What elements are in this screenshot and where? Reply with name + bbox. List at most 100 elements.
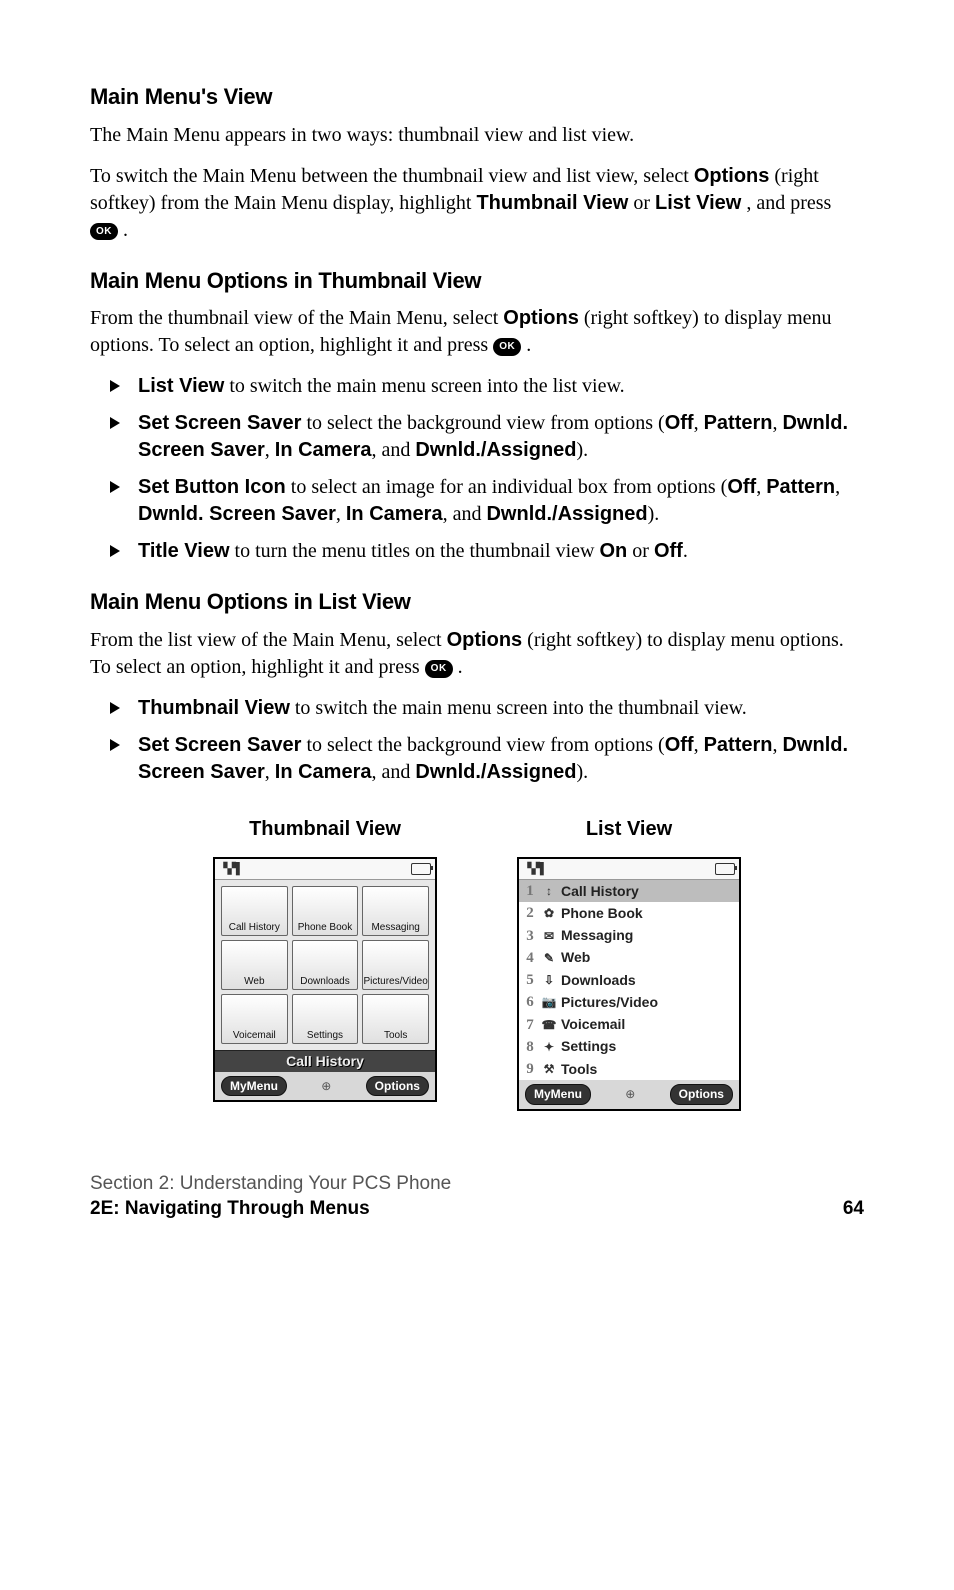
text: to select the background view from optio…: [301, 412, 664, 434]
phone-screen-thumbnail: ▝▞▌ Call History Phone Book Messaging Web Do…: [213, 857, 437, 1102]
text: ,: [265, 439, 275, 461]
signal-icon: ▝▞▌: [523, 862, 548, 877]
kw-dwnld-screen-saver: Dwnld. Screen Saver: [138, 503, 336, 525]
thumbnail-tile-label: Settings: [293, 1029, 358, 1043]
figure-title: List View: [517, 816, 741, 843]
list-item: Set Screen Saver to select the backgroun…: [90, 410, 864, 464]
kw-off: Off: [654, 540, 683, 562]
menu-list-row[interactable]: 5⇩Downloads: [519, 969, 739, 991]
row-label: Tools: [561, 1060, 597, 1079]
kw-in-camera: In Camera: [275, 439, 372, 461]
row-number: 8: [523, 1037, 537, 1057]
phone-screen-list: ▝▞▌ 1↕Call History2✿Phone Book3✉Messagin…: [517, 857, 741, 1110]
kw-off: Off: [665, 412, 694, 434]
kw-in-camera: In Camera: [346, 503, 443, 525]
thumbnail-tile[interactable]: Downloads: [292, 940, 359, 990]
thumbnail-tile[interactable]: Messaging: [362, 886, 429, 936]
thumbnail-tile[interactable]: Phone Book: [292, 886, 359, 936]
ok-button-icon: OK: [493, 338, 521, 356]
status-bar: ▝▞▌: [519, 859, 739, 880]
menu-list-row[interactable]: 4✎Web: [519, 947, 739, 969]
row-label: Pictures/Video: [561, 993, 658, 1012]
text: ,: [694, 412, 704, 434]
kw-set-screen-saver: Set Screen Saver: [138, 734, 301, 756]
thumbnail-tile[interactable]: Tools: [362, 994, 429, 1044]
figure-title: Thumbnail View: [213, 816, 437, 843]
row-icon: ☎: [541, 1017, 557, 1033]
text: to turn the menu titles on the thumbnail…: [230, 540, 600, 562]
text: To switch the Main Menu between the thum…: [90, 165, 694, 187]
menu-list-row[interactable]: 7☎Voicemail: [519, 1014, 739, 1036]
page-number: 64: [843, 1196, 864, 1222]
text: ,: [772, 734, 782, 756]
row-number: 9: [523, 1059, 537, 1079]
row-icon: 📷: [541, 994, 557, 1010]
text: , and press: [746, 192, 831, 214]
menu-list-row[interactable]: 1↕Call History: [519, 880, 739, 902]
list-item: Set Screen Saver to select the backgroun…: [90, 732, 864, 786]
menu-list-row[interactable]: 2✿Phone Book: [519, 902, 739, 924]
list-options-list: Thumbnail View to switch the main menu s…: [90, 695, 864, 786]
thumbnail-tile-label: Phone Book: [293, 921, 358, 935]
text: ,: [772, 412, 782, 434]
softkey-options[interactable]: Options: [366, 1076, 429, 1096]
footer-section: Section 2: Understanding Your PCS Phone: [90, 1171, 451, 1197]
menu-list-row[interactable]: 6📷Pictures/Video: [519, 991, 739, 1013]
row-label: Settings: [561, 1037, 616, 1056]
softkey-mymenu[interactable]: MyMenu: [221, 1076, 287, 1096]
row-number: 4: [523, 948, 537, 968]
text: ,: [756, 476, 766, 498]
kw-in-camera: In Camera: [275, 761, 372, 783]
menu-list-row[interactable]: 3✉Messaging: [519, 925, 739, 947]
kw-thumbnail-view: Thumbnail View: [138, 697, 290, 719]
row-number: 6: [523, 992, 537, 1012]
thumbnail-tile-label: Call History: [222, 921, 287, 935]
thumbnail-tile-label: Downloads: [293, 975, 358, 989]
row-label: Web: [561, 948, 590, 967]
text: , and: [443, 503, 487, 525]
text: .: [458, 656, 463, 678]
menu-list-row[interactable]: 9⚒Tools: [519, 1058, 739, 1080]
thumbnail-tile[interactable]: Call History: [221, 886, 288, 936]
kw-title-view: Title View: [138, 540, 230, 562]
softkey-options[interactable]: Options: [670, 1084, 733, 1104]
heading-thumb-options: Main Menu Options in Thumbnail View: [90, 266, 864, 296]
row-number: 7: [523, 1015, 537, 1035]
softkey-mymenu[interactable]: MyMenu: [525, 1084, 591, 1104]
para-thumb-intro: From the thumbnail view of the Main Menu…: [90, 305, 864, 359]
row-icon: ✦: [541, 1039, 557, 1055]
text: ,: [694, 734, 704, 756]
thumbnail-tile[interactable]: Settings: [292, 994, 359, 1044]
ok-button-icon: OK: [425, 660, 453, 678]
row-label: Downloads: [561, 971, 636, 990]
thumbnail-tile[interactable]: Voicemail: [221, 994, 288, 1044]
kw-on: On: [599, 540, 627, 562]
menu-list-row[interactable]: 8✦Settings: [519, 1036, 739, 1058]
text: ,: [835, 476, 840, 498]
para-intro: The Main Menu appears in two ways: thumb…: [90, 122, 864, 149]
dpad-icon: ⊕: [321, 1078, 331, 1094]
text: to select the background view from optio…: [301, 734, 664, 756]
list-item: Title View to turn the menu titles on th…: [90, 538, 864, 565]
thumbnail-tile-label: Web: [222, 975, 287, 989]
thumbnail-highlight-title: Call History: [215, 1050, 435, 1072]
thumbnail-tile-label: Tools: [363, 1029, 428, 1043]
thumbnail-tile[interactable]: Pictures/Video: [362, 940, 429, 990]
text: to select an image for an individual box…: [286, 476, 728, 498]
list-item: Set Button Icon to select an image for a…: [90, 474, 864, 528]
text: ).: [577, 761, 589, 783]
kw-dwnld-assigned: Dwnld./Assigned: [415, 761, 576, 783]
text: or: [633, 192, 655, 214]
para-switch: To switch the Main Menu between the thum…: [90, 163, 864, 244]
text: .: [123, 219, 128, 241]
text: or: [627, 540, 654, 562]
row-number: 2: [523, 903, 537, 923]
row-label: Voicemail: [561, 1015, 625, 1034]
list-item: List View to switch the main menu screen…: [90, 373, 864, 400]
thumbnail-tile-label: Messaging: [363, 921, 428, 935]
row-icon: ⇩: [541, 972, 557, 988]
status-bar: ▝▞▌: [215, 859, 435, 880]
kw-pattern: Pattern: [704, 734, 773, 756]
text: ).: [577, 439, 589, 461]
thumbnail-tile[interactable]: Web: [221, 940, 288, 990]
